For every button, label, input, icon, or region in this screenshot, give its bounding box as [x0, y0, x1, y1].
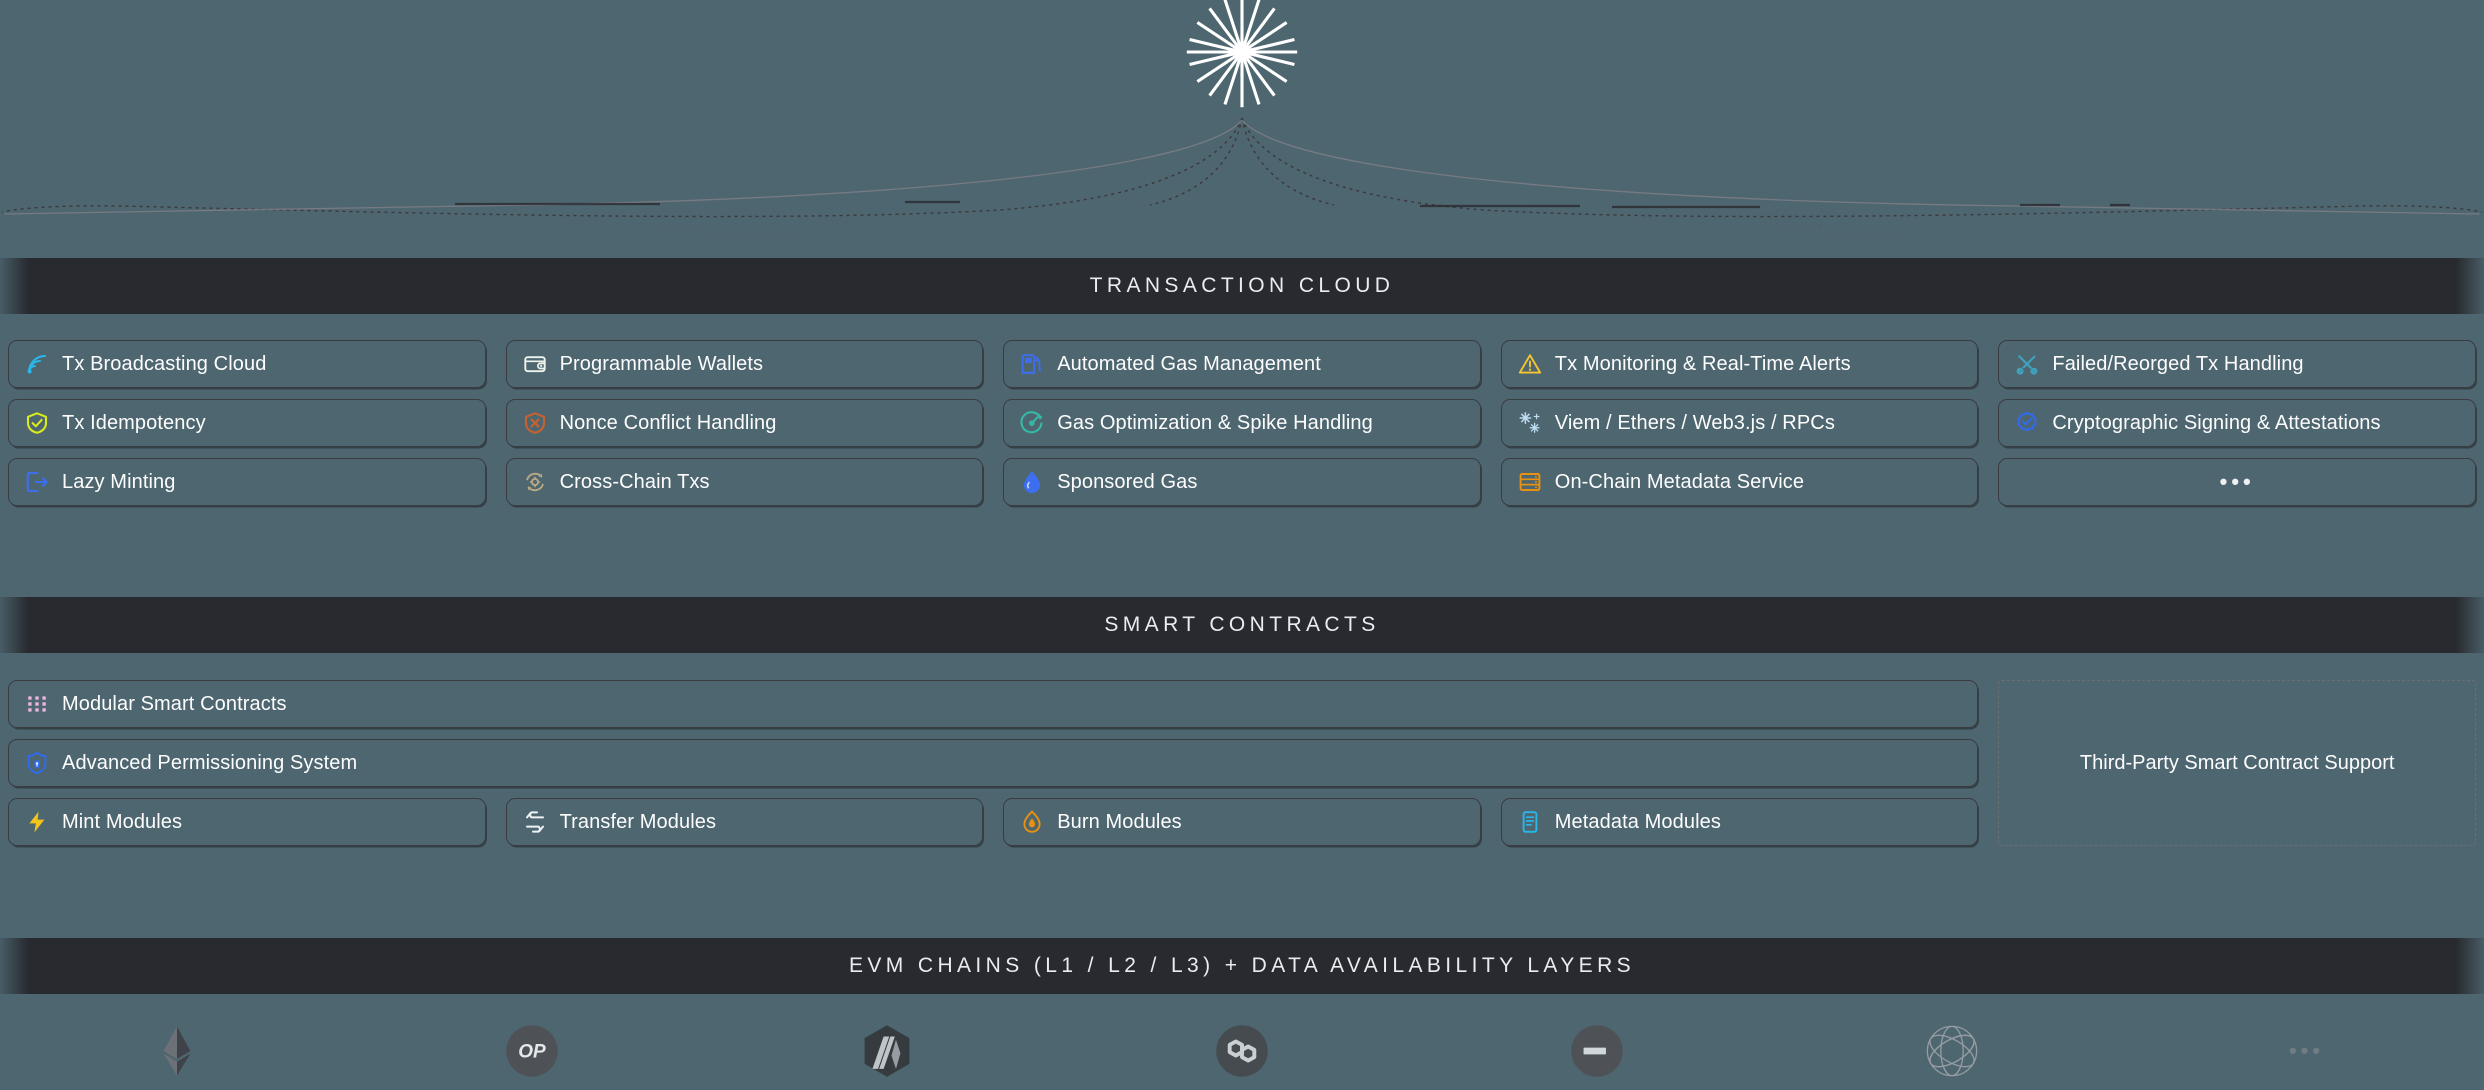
- card-tx-broadcasting-cloud[interactable]: Tx Broadcasting Cloud: [8, 340, 486, 388]
- card-failed-reorged-tx-handling[interactable]: Failed/Reorged Tx Handling: [1998, 340, 2476, 388]
- card-gas-optimization-spike-handling[interactable]: Gas Optimization & Spike Handling: [1003, 399, 1481, 447]
- card-label: Gas Optimization & Spike Handling: [1057, 411, 1373, 434]
- section-title: TRANSACTION CLOUD: [1089, 274, 1395, 297]
- card-transfer-modules[interactable]: Transfer Modules: [505, 798, 984, 846]
- ethereum-logo[interactable]: [149, 1023, 205, 1079]
- card-modular-smart-contracts[interactable]: Modular Smart Contracts: [8, 680, 1979, 728]
- card-programmable-wallets[interactable]: Programmable Wallets: [505, 340, 984, 388]
- celestia-logo[interactable]: [1924, 1023, 1980, 1079]
- document-list-icon: [1522, 811, 1538, 833]
- refresh-gear-icon: [525, 472, 544, 492]
- card-label: Advanced Permissioning System: [62, 751, 358, 774]
- card-sponsored-gas[interactable]: Sponsored Gas: [1003, 458, 1481, 506]
- lightning-icon: [29, 811, 45, 833]
- transaction-cloud-card-grid: Tx Broadcasting Cloud Programmable Walle…: [0, 340, 2484, 506]
- ellipsis-icon: •••: [2219, 469, 2255, 494]
- verified-badge-icon: [2017, 411, 2038, 432]
- card-nonce-conflict-handling[interactable]: Nonce Conflict Handling: [505, 399, 984, 447]
- card-automated-gas-management[interactable]: Automated Gas Management: [1003, 340, 1481, 388]
- card-label: Cryptographic Signing & Attestations: [2052, 411, 2381, 434]
- card-label: Mint Modules: [62, 810, 183, 833]
- card-metadata-modules[interactable]: Metadata Modules: [1500, 798, 1979, 846]
- section-title: EVM CHAINS (L1 / L2 / L3) + DATA AVAILAB…: [848, 954, 1636, 977]
- hero-section: [0, 0, 2484, 258]
- card-label: Sponsored Gas: [1057, 470, 1198, 493]
- card-label: Lazy Minting: [62, 470, 176, 493]
- section-title: SMART CONTRACTS: [1104, 613, 1380, 636]
- shield-check-icon: [26, 412, 48, 434]
- card-cryptographic-signing-attestations[interactable]: Cryptographic Signing & Attestations: [1998, 399, 2476, 447]
- broadcast-icon: [27, 354, 47, 374]
- optimism-label: OP: [519, 1042, 547, 1063]
- gauge-icon: [1020, 411, 1043, 434]
- export-door-icon: [26, 471, 48, 493]
- card-lazy-minting[interactable]: Lazy Minting: [8, 458, 486, 506]
- arbitrum-logo[interactable]: [859, 1023, 915, 1079]
- card-label: Viem / Ethers / Web3.js / RPCs: [1554, 411, 1835, 434]
- section-band-smart-contracts: SMART CONTRACTS: [0, 597, 2484, 653]
- transfer-arrows-icon: [525, 811, 544, 833]
- card-label: Tx Monitoring & Real-Time Alerts: [1554, 352, 1851, 375]
- optimism-logo[interactable]: OP: [504, 1023, 560, 1079]
- tools-icon: [2016, 355, 2038, 375]
- third-party-support-label: Third-Party Smart Contract Support: [2079, 751, 2395, 774]
- card-label: Tx Broadcasting Cloud: [62, 352, 267, 375]
- card-viem-ethers-web3-rpcs[interactable]: Viem / Ethers / Web3.js / RPCs: [1500, 399, 1979, 447]
- wallet-icon: [523, 356, 546, 373]
- card-label: Metadata Modules: [1554, 810, 1721, 833]
- card-label: Automated Gas Management: [1057, 352, 1321, 375]
- sparkles-icon: [1519, 412, 1540, 433]
- card-advanced-permissioning-system[interactable]: Advanced Permissioning System: [8, 739, 1979, 787]
- card-tx-monitoring-alerts[interactable]: Tx Monitoring & Real-Time Alerts: [1500, 340, 1979, 388]
- section-band-transaction-cloud: TRANSACTION CLOUD: [0, 258, 2484, 314]
- card-label: Transfer Modules: [559, 810, 717, 833]
- polygon-logo[interactable]: [1214, 1023, 1270, 1079]
- server-icon: [1519, 473, 1541, 491]
- droplet-icon: [1024, 471, 1041, 494]
- grid-dots-icon: [28, 696, 46, 712]
- chain-logos-row: OP •••: [0, 1012, 2484, 1090]
- card-label: Cross-Chain Txs: [559, 470, 710, 493]
- card-on-chain-metadata-service[interactable]: On-Chain Metadata Service: [1500, 458, 1979, 506]
- card-label: Programmable Wallets: [559, 352, 764, 375]
- shield-lock-icon: [27, 751, 47, 775]
- card-label: Nonce Conflict Handling: [559, 411, 777, 434]
- card-cross-chain-txs[interactable]: Cross-Chain Txs: [505, 458, 984, 506]
- card-more-transaction-cloud[interactable]: •••: [1998, 458, 2476, 506]
- warning-triangle-icon: [1518, 354, 1541, 374]
- card-tx-idempotency[interactable]: Tx Idempotency: [8, 399, 486, 447]
- gas-pump-icon: [1021, 354, 1042, 374]
- card-label: On-Chain Metadata Service: [1554, 470, 1805, 493]
- shield-x-icon: [524, 412, 545, 434]
- card-label: Burn Modules: [1057, 810, 1182, 833]
- starburst-icon: [1186, 0, 1298, 108]
- base-logo[interactable]: [1569, 1023, 1625, 1079]
- flame-icon: [1023, 810, 1041, 833]
- card-label: Modular Smart Contracts: [62, 692, 287, 715]
- smart-contracts-card-grid: Modular Smart Contracts Third-Party Smar…: [0, 680, 2484, 846]
- card-burn-modules[interactable]: Burn Modules: [1003, 798, 1481, 846]
- third-party-support-box: Third-Party Smart Contract Support: [1998, 680, 2476, 846]
- card-label: Failed/Reorged Tx Handling: [2052, 352, 2304, 375]
- card-label: Tx Idempotency: [62, 411, 206, 434]
- section-band-evm-chains: EVM CHAINS (L1 / L2 / L3) + DATA AVAILAB…: [0, 938, 2484, 994]
- card-mint-modules[interactable]: Mint Modules: [8, 798, 486, 846]
- more-chains-ellipsis-icon[interactable]: •••: [2289, 1038, 2324, 1064]
